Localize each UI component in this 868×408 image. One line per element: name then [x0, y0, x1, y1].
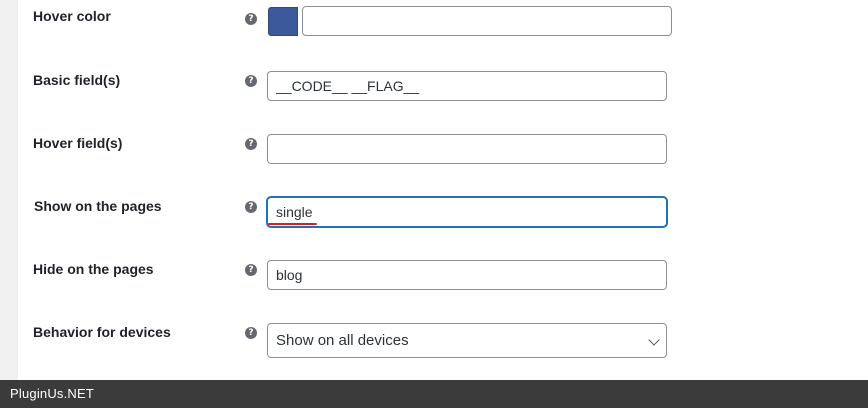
hide-on-pages-row: Hide on the pages ?	[18, 253, 868, 293]
basic-fields-input[interactable]	[267, 71, 667, 101]
behavior-devices-selected-value: Show on all devices	[276, 332, 409, 349]
question-mark-icon[interactable]: ?	[245, 327, 257, 339]
question-mark-icon[interactable]: ?	[245, 201, 257, 213]
hover-color-row: Hover color ?	[18, 0, 868, 40]
basic-fields-row: Basic field(s) ?	[18, 64, 868, 104]
chevron-down-icon	[648, 334, 660, 346]
show-on-pages-label: Show on the pages	[34, 198, 162, 214]
hide-on-pages-label: Hide on the pages	[33, 261, 154, 277]
footer-bar: PluginUs.NET	[0, 380, 868, 408]
behavior-devices-label: Behavior for devices	[33, 324, 171, 340]
show-on-pages-row: Show on the pages ?	[18, 190, 868, 230]
color-swatch[interactable]	[268, 7, 298, 36]
hover-color-label: Hover color	[33, 8, 111, 24]
question-mark-icon[interactable]: ?	[245, 75, 257, 87]
behavior-devices-row: Behavior for devices ? Show on all devic…	[18, 316, 868, 358]
hide-on-pages-input[interactable]	[267, 260, 667, 290]
hover-fields-label: Hover field(s)	[33, 135, 123, 151]
question-mark-icon[interactable]: ?	[245, 13, 257, 25]
spellcheck-underline	[268, 223, 317, 225]
footer-brand: PluginUs.NET	[10, 386, 95, 401]
basic-fields-label: Basic field(s)	[33, 72, 121, 88]
question-mark-icon[interactable]: ?	[245, 264, 257, 276]
hover-color-input[interactable]	[302, 6, 672, 36]
show-on-pages-input[interactable]	[267, 197, 667, 227]
behavior-devices-select[interactable]: Show on all devices	[267, 323, 667, 358]
hover-fields-input[interactable]	[267, 134, 667, 164]
question-mark-icon[interactable]: ?	[245, 138, 257, 150]
settings-panel: Hover color ? Basic field(s) ? Hover fie…	[18, 0, 868, 380]
hover-fields-row: Hover field(s) ?	[18, 127, 868, 167]
